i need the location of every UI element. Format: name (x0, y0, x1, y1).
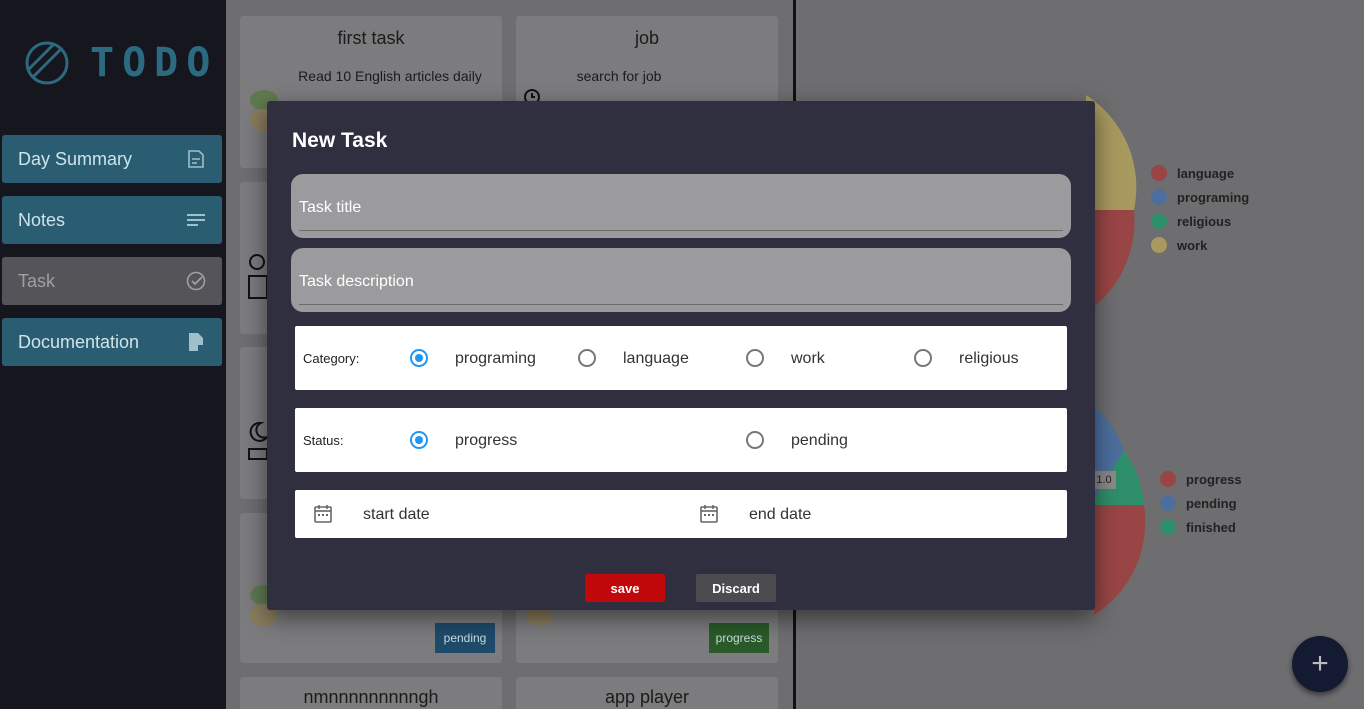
dialog-title: New Task (292, 129, 388, 152)
start-date-field[interactable]: start date (363, 506, 430, 524)
religious-category-icon (248, 421, 269, 460)
category-radio-language[interactable] (578, 349, 596, 367)
sidebar-item-label: Day Summary (18, 148, 133, 169)
category-option-label: work (791, 350, 825, 367)
discard-button[interactable]: Discard (696, 574, 776, 602)
check-circle-icon (186, 271, 206, 291)
calendar-icon[interactable] (699, 504, 719, 524)
legend-label: programing (1177, 189, 1250, 205)
sidebar-item-task[interactable]: Task (2, 257, 222, 305)
category-option-label: language (623, 350, 689, 367)
task-title-input[interactable]: Task title (291, 174, 1071, 238)
chart-value-label: 1.0 (1092, 471, 1116, 489)
legend-label: progress (1186, 471, 1242, 487)
status-radio-pending[interactable] (746, 431, 764, 449)
notes-icon (187, 214, 205, 226)
task-card[interactable]: nmnnnnnnnnngh (240, 677, 502, 709)
input-underline (299, 304, 1063, 305)
logo-text: TODO (90, 40, 219, 86)
date-range-panel: start date end date (295, 490, 1067, 538)
end-date-field[interactable]: end date (749, 506, 811, 524)
status-pie-chart (1094, 406, 1146, 615)
status-option-label: pending (791, 432, 848, 449)
category-radio-group: Category: programing language work relig… (295, 326, 1067, 390)
status-chart-legend: progress pending finished (1160, 467, 1242, 539)
legend-dot (1151, 213, 1167, 229)
category-option-label: religious (959, 350, 1019, 367)
sidebar-item-day-summary[interactable]: Day Summary (2, 135, 222, 183)
status-label: Status: (303, 433, 344, 448)
new-task-dialog: New Task Task title Task description Cat… (267, 101, 1095, 610)
category-option-label: programing (455, 350, 536, 367)
legend-label: finished (1186, 519, 1236, 535)
legend-dot (1160, 495, 1176, 511)
category-label: Category: (303, 351, 360, 366)
document-icon (189, 333, 204, 351)
status-radio-progress[interactable] (410, 431, 428, 449)
work-category-icon (248, 254, 268, 299)
legend-dot (1151, 189, 1167, 205)
card-title: first task (337, 28, 405, 48)
status-radio-group: Status: progress pending (295, 408, 1067, 472)
card-title: job (634, 28, 660, 48)
card-title: nmnnnnnnnnngh (303, 687, 439, 707)
sidebar-item-label: Notes (18, 209, 66, 230)
category-pie-chart (1086, 95, 1137, 305)
card-description: search for job (576, 68, 662, 84)
sidebar: TODO Day Summary Notes Task Documentatio… (0, 0, 226, 709)
sidebar-item-label: Task (18, 270, 56, 291)
card-title: app player (604, 687, 690, 707)
legend-dot (1160, 471, 1176, 487)
card-description: Read 10 English articles daily (298, 68, 482, 84)
app-logo: TODO (24, 40, 218, 86)
add-task-button[interactable]: + (1292, 636, 1348, 692)
status-badge: progress (709, 623, 769, 653)
legend-dot (1151, 237, 1167, 253)
task-description-input[interactable]: Task description (291, 248, 1071, 312)
sidebar-item-notes[interactable]: Notes (2, 196, 222, 244)
task-description-placeholder: Task description (299, 273, 414, 290)
status-option-label: progress (455, 432, 518, 449)
legend-label: pending (1186, 495, 1237, 511)
legend-dot (1151, 165, 1167, 181)
task-title-placeholder: Task title (299, 199, 362, 216)
input-underline (299, 230, 1063, 231)
category-chart-legend: language programing religious work (1151, 161, 1249, 257)
legend-label: religious (1177, 213, 1232, 229)
legend-label: work (1177, 237, 1208, 253)
save-button[interactable]: save (585, 574, 665, 602)
logo-mark-icon (25, 41, 69, 85)
sidebar-item-label: Documentation (18, 331, 140, 352)
category-radio-work[interactable] (746, 349, 764, 367)
task-card[interactable]: app player (516, 677, 778, 709)
summary-icon (188, 150, 204, 168)
sidebar-item-documentation[interactable]: Documentation (2, 318, 222, 366)
legend-label: language (1177, 165, 1235, 181)
status-badge: pending (435, 623, 495, 653)
category-radio-religious[interactable] (914, 349, 932, 367)
calendar-icon[interactable] (313, 504, 333, 524)
legend-dot (1160, 519, 1176, 535)
category-radio-programing[interactable] (410, 349, 428, 367)
